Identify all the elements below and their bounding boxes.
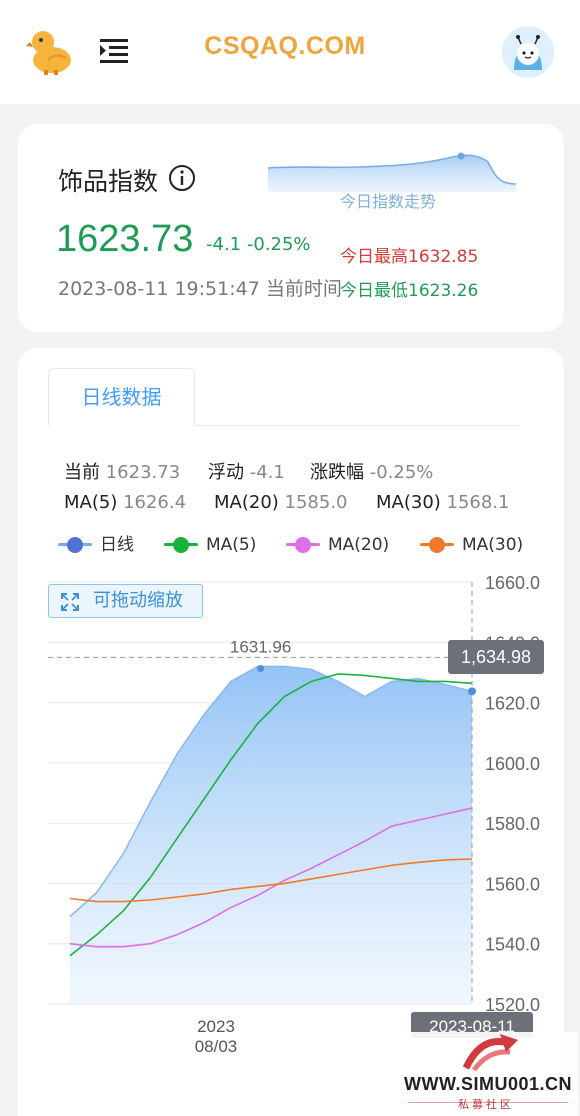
stat-float-value: -4.1	[249, 462, 285, 483]
stat-pct: 涨跌幅 -0.25%	[310, 458, 433, 484]
stat-ma20: MA(20) 1585.0	[214, 492, 348, 513]
index-card: 饰品指数 1623.73 -4.1 -0.25% 2023-08-11 19:5…	[18, 124, 564, 332]
stat-ma20-label: MA(20)	[214, 492, 279, 513]
watermark-sub: 私募社区	[458, 1098, 514, 1111]
top-header: CSQAQ.COM	[0, 0, 580, 104]
zoom-drag-button[interactable]: 可拖动缩放	[48, 584, 203, 618]
stat-current-value: 1623.73	[105, 462, 181, 483]
watermark: WWW.SIMU001.CN 私募社区	[398, 1032, 578, 1116]
legend-marker	[420, 537, 454, 553]
legend-marker	[58, 537, 92, 553]
chart-legend: 日线 MA(5) MA(20) MA(30)	[58, 532, 558, 558]
index-change: -4.1 -0.25%	[206, 234, 311, 255]
legend-marker	[286, 537, 320, 553]
stat-float-label: 浮动	[208, 462, 244, 483]
watermark-text: WWW.SIMU001.CN	[404, 1074, 573, 1094]
avatar-icon[interactable]	[502, 26, 554, 78]
stat-float: 浮动 -4.1	[208, 458, 285, 484]
index-value: 1623.73	[56, 218, 194, 260]
legend-label: MA(20)	[328, 535, 390, 555]
stat-pct-label: 涨跌幅	[310, 462, 364, 483]
legend-item-ma5[interactable]: MA(5)	[164, 532, 256, 558]
legend-marker	[164, 537, 198, 553]
info-icon[interactable]	[168, 164, 196, 192]
expand-icon	[61, 593, 79, 611]
today-high: 今日最高1632.85	[340, 247, 479, 267]
stat-ma20-value: 1585.0	[284, 492, 348, 513]
legend-item-ma20[interactable]: MA(20)	[286, 532, 389, 558]
zoom-button-label: 可拖动缩放	[93, 590, 183, 611]
stat-pct-value: -0.25%	[369, 462, 434, 483]
menu-indent-icon[interactable]	[96, 34, 132, 66]
today-low: 今日最低1623.26	[340, 281, 479, 301]
watermark-logo-icon	[462, 1034, 518, 1072]
legend-item-ma30[interactable]: MA(30)	[420, 532, 523, 558]
stat-ma30: MA(30) 1568.1	[376, 492, 510, 513]
legend-item-daily[interactable]: 日线	[58, 532, 134, 558]
brand-title[interactable]: CSQAQ.COM	[180, 32, 390, 61]
duck-logo-icon[interactable]	[26, 26, 74, 76]
today-sparkline[interactable]	[268, 148, 518, 192]
stat-ma30-value: 1568.1	[446, 492, 510, 513]
stat-ma5: MA(5) 1626.4	[64, 492, 186, 513]
stat-ma30-label: MA(30)	[376, 492, 441, 513]
tab-daily-data[interactable]: 日线数据	[48, 368, 195, 426]
legend-label: MA(30)	[462, 535, 524, 555]
index-title: 饰品指数	[58, 167, 159, 196]
daily-data-card: 日线数据 当前 1623.73 浮动 -4.1 涨跌幅 -0.25% MA(5)…	[18, 348, 564, 1116]
stat-ma5-value: 1626.4	[123, 492, 187, 513]
stat-ma5-label: MA(5)	[64, 492, 118, 513]
sparkline-label: 今日指数走势	[340, 192, 437, 211]
index-timestamp: 2023-08-11 19:51:47 当前时间	[58, 278, 342, 300]
stat-current-label: 当前	[64, 462, 100, 483]
stat-current: 当前 1623.73	[64, 458, 180, 484]
legend-label: MA(5)	[206, 535, 257, 555]
legend-label: 日线	[100, 535, 134, 555]
